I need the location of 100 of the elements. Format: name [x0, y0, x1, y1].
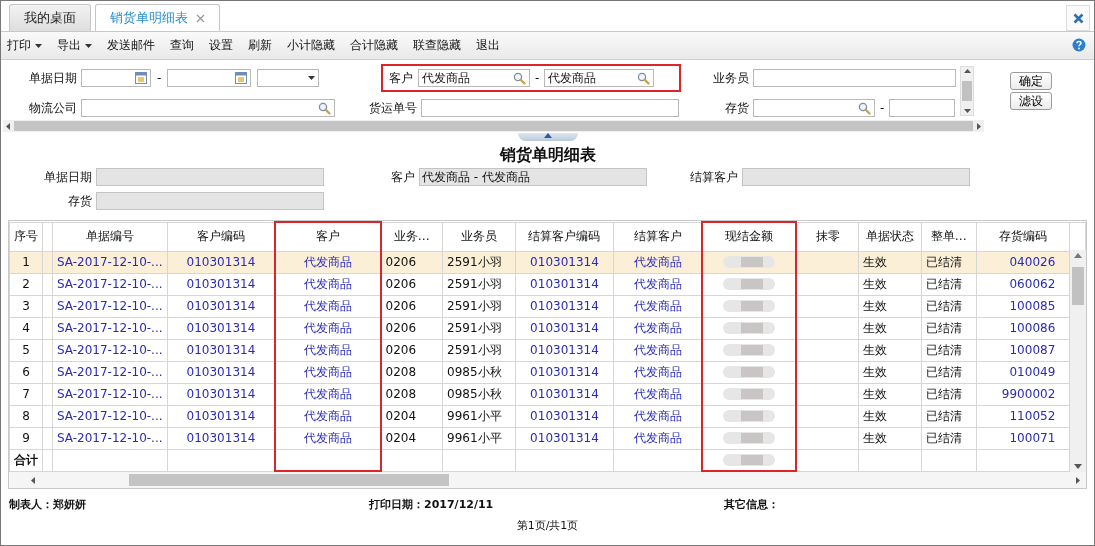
table-cell[interactable]: SA-2017-12-10-... — [52, 361, 168, 383]
search-icon[interactable] — [318, 101, 331, 115]
close-icon[interactable] — [1072, 12, 1084, 24]
table-cell[interactable]: 010301314 — [515, 295, 614, 317]
table-cell[interactable]: 010301314 — [515, 339, 614, 361]
table-cell[interactable]: SA-2017-12-10-... — [52, 339, 168, 361]
customer-field[interactable]: 代发商品 — [418, 69, 530, 87]
right-arrow-icon[interactable] — [977, 122, 981, 130]
column-header[interactable]: 客户编码 — [167, 222, 276, 251]
input-field[interactable] — [753, 69, 956, 87]
table-cell[interactable]: 100086 — [976, 317, 1070, 339]
calendar-icon[interactable] — [235, 72, 248, 84]
scrollbar[interactable] — [1070, 250, 1086, 472]
table-cell[interactable]: 010301314 — [515, 405, 614, 427]
table-cell[interactable]: 9900002 — [976, 383, 1070, 405]
column-header[interactable]: 现结金额 — [702, 222, 796, 251]
action-button[interactable]: 滤设 — [1010, 92, 1052, 110]
collapse-handle[interactable] — [517, 133, 578, 141]
toolbar-button[interactable]: 设置 — [209, 37, 233, 54]
logistics-field[interactable] — [81, 99, 335, 117]
table-cell[interactable]: 060062 — [976, 273, 1070, 295]
tab[interactable]: 我的桌面 — [9, 4, 91, 31]
caret-icon — [308, 76, 316, 80]
search-icon[interactable] — [637, 71, 651, 85]
table-cell[interactable]: 010301314 — [515, 383, 614, 405]
toolbar-button[interactable]: 联查隐藏 — [413, 37, 461, 54]
tab[interactable]: 销货单明细表 — [95, 4, 220, 31]
table-cell[interactable]: 代发商品 — [275, 295, 381, 317]
table-cell: 9961小平 — [442, 405, 515, 427]
table-cell[interactable]: SA-2017-12-10-... — [52, 427, 168, 449]
column-header[interactable]: 整单… — [921, 222, 977, 251]
table-cell[interactable]: 代发商品 — [275, 361, 381, 383]
table-cell[interactable]: 代发商品 — [275, 251, 381, 273]
toolbar-button[interactable]: 刷新 — [248, 37, 272, 54]
column-header[interactable]: 存货编码 — [976, 222, 1070, 251]
action-button[interactable]: 确定 — [1010, 72, 1052, 90]
column-header[interactable]: 业务员 — [442, 222, 515, 251]
field-label: 单据日期 — [43, 168, 93, 186]
column-header[interactable]: 序号 — [9, 222, 43, 251]
table-cell[interactable]: 010301314 — [515, 427, 614, 449]
search-icon[interactable] — [513, 71, 526, 85]
up-arrow-icon[interactable] — [963, 69, 971, 73]
table-cell[interactable]: 代发商品 — [275, 383, 381, 405]
table-cell[interactable]: 代发商品 — [275, 339, 381, 361]
column-header[interactable]: 单据编号 — [52, 222, 168, 251]
close-button[interactable] — [1066, 5, 1090, 31]
column-header[interactable]: 抹零 — [795, 222, 859, 251]
column-header[interactable]: 业务… — [380, 222, 443, 251]
dropdown-field[interactable] — [257, 69, 320, 87]
scrollbar-thumb[interactable] — [14, 121, 973, 131]
table-cell[interactable]: 010301314 — [515, 361, 614, 383]
date-field[interactable] — [167, 69, 252, 87]
up-arrow-icon[interactable] — [1074, 253, 1082, 258]
table-cell[interactable]: 010301314 — [515, 273, 614, 295]
search-icon[interactable] — [858, 101, 871, 115]
toolbar-button[interactable]: 退出 — [476, 37, 500, 54]
date-field[interactable] — [81, 69, 151, 87]
right-arrow-icon[interactable] — [1076, 476, 1080, 484]
close-icon[interactable] — [196, 13, 205, 23]
table-cell[interactable]: 100085 — [976, 295, 1070, 317]
scrollbar-thumb[interactable] — [129, 474, 449, 486]
table-cell[interactable]: SA-2017-12-10-... — [52, 317, 168, 339]
toolbar-button[interactable]: 发送邮件 — [107, 37, 155, 54]
menu-button[interactable]: 打印 — [7, 37, 42, 54]
scrollbar[interactable] — [9, 472, 1086, 488]
table-cell[interactable]: 010301314 — [515, 317, 614, 339]
table-cell[interactable]: SA-2017-12-10-... — [52, 405, 168, 427]
scrollbar[interactable] — [3, 120, 984, 132]
column-header[interactable]: 客户 — [275, 222, 381, 251]
input-field[interactable] — [421, 99, 679, 117]
table-cell[interactable]: SA-2017-12-10-... — [52, 383, 168, 405]
calendar-icon[interactable] — [135, 72, 147, 84]
table-cell[interactable]: 100087 — [976, 339, 1070, 361]
help-icon[interactable] — [1072, 38, 1086, 52]
table-cell[interactable]: 代发商品 — [275, 273, 381, 295]
table-cell[interactable]: 代发商品 — [275, 317, 381, 339]
table-cell[interactable]: 100071 — [976, 427, 1070, 449]
left-arrow-icon[interactable] — [31, 476, 35, 484]
column-header[interactable]: 结算客户编码 — [515, 222, 614, 251]
toolbar-button[interactable]: 小计隐藏 — [287, 37, 335, 54]
column-header[interactable]: 结算客户 — [613, 222, 703, 251]
input-field[interactable] — [889, 99, 956, 117]
menu-button[interactable]: 导出 — [57, 37, 92, 54]
table-cell[interactable]: 110052 — [976, 405, 1070, 427]
down-arrow-icon[interactable] — [1074, 464, 1082, 469]
table-cell[interactable]: SA-2017-12-10-... — [52, 273, 168, 295]
table-cell[interactable]: SA-2017-12-10-... — [52, 295, 168, 317]
table-cell[interactable]: 010049 — [976, 361, 1070, 383]
customer-field[interactable]: 代发商品 — [544, 69, 655, 87]
column-header[interactable]: 单据状态 — [858, 222, 922, 251]
toolbar-button[interactable]: 查询 — [170, 37, 194, 54]
table-cell[interactable]: 代发商品 — [275, 405, 381, 427]
scrollbar-thumb[interactable] — [1072, 267, 1084, 305]
table-cell[interactable]: 代发商品 — [275, 427, 381, 449]
scrollbar[interactable] — [960, 66, 974, 116]
left-arrow-icon[interactable] — [6, 122, 10, 130]
scrollbar-thumb[interactable] — [962, 81, 972, 101]
down-arrow-icon[interactable] — [963, 109, 971, 113]
item-field[interactable] — [753, 99, 875, 117]
toolbar-button[interactable]: 合计隐藏 — [350, 37, 398, 54]
